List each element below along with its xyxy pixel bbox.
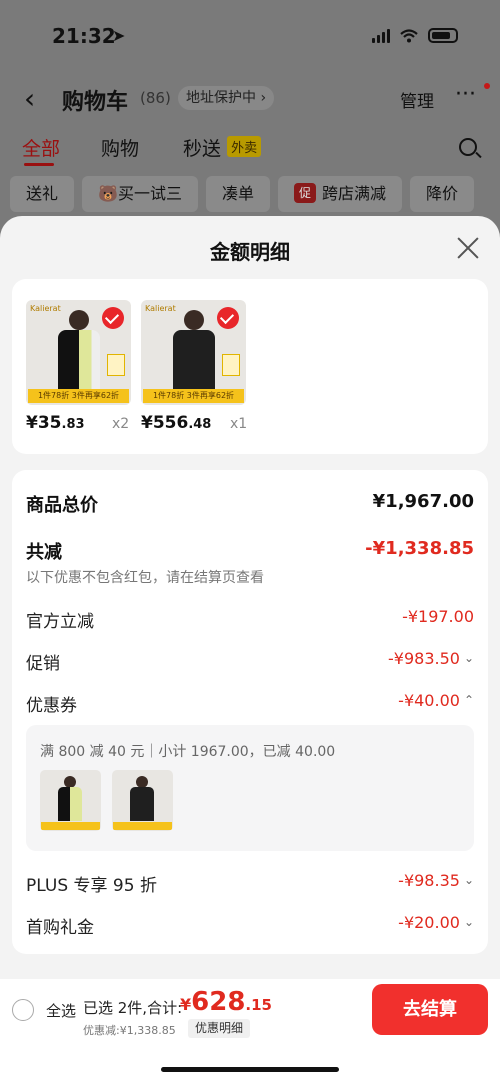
checkout-bar: 全选 已选 2件,合计: ¥628.15 优惠减:¥1,338.85 优惠明细 … bbox=[0, 979, 500, 1083]
cart-tabs: 全部 购物 秒送 外卖 bbox=[0, 134, 500, 166]
plus-discount-value: -¥98.35 ⌄ bbox=[398, 871, 474, 890]
status-bar: 21:32 ➤ bbox=[0, 22, 500, 52]
product-qty-1: x2 bbox=[112, 416, 130, 432]
brand-logo: Kalierat bbox=[145, 304, 176, 313]
total-reduce-value: -¥1,338.85 bbox=[365, 538, 474, 559]
goods-total-value: ¥1,967.00 bbox=[372, 491, 474, 512]
reduce-note: 以下优惠不包含红包，请在结算页查看 bbox=[26, 570, 264, 586]
brand-logo: Kalierat bbox=[30, 304, 61, 313]
chevron-down-icon: ⌄ bbox=[463, 651, 474, 665]
chip-cross-store-label: 跨店满减 bbox=[321, 184, 386, 203]
selected-summary: 已选 2件,合计: bbox=[83, 999, 183, 1017]
plus-discount-label: PLUS 专享 95 折 bbox=[26, 876, 157, 896]
chip-price-drop[interactable]: 降价 bbox=[409, 176, 474, 212]
coupon-product-thumb-2 bbox=[112, 770, 173, 831]
coupon-info: 满 800 减 40 元｜小计 1967.00，已减 40.00 bbox=[40, 744, 336, 760]
checkout-button[interactable]: 去结算 bbox=[372, 984, 488, 1035]
cart-count: (86) bbox=[140, 89, 171, 107]
amount-detail-sheet: 金额明细 Kalierat 1件78折 3件再享62折 ¥35.83 x2 Ka… bbox=[0, 216, 500, 1083]
notification-dot bbox=[484, 83, 490, 89]
discount-detail-button[interactable]: 优惠明细 bbox=[188, 1019, 251, 1038]
tab-underline bbox=[24, 163, 54, 166]
tab-flash-label: 秒送 bbox=[183, 138, 222, 160]
checked-icon[interactable] bbox=[217, 307, 239, 329]
chevron-up-icon: ⌃ bbox=[463, 693, 474, 707]
chip-try-label: 买一试三 bbox=[117, 184, 182, 203]
filter-chips: 送礼 🐻买一试三 凑单 促跨店满减 降价 bbox=[10, 176, 500, 212]
product-tag-icon bbox=[107, 354, 125, 376]
total-reduce-label: 共减 bbox=[26, 542, 62, 563]
tab-shopping[interactable]: 购物 bbox=[101, 134, 139, 161]
coupon-detail-box: 满 800 减 40 元｜小计 1967.00，已减 40.00 bbox=[26, 725, 474, 851]
product-banner: 1件78折 3件再享62折 bbox=[143, 389, 244, 403]
more-icon[interactable]: ··· bbox=[455, 82, 476, 107]
cart-page-background: 21:32 ➤ ‹ 购物车 (86) 地址保护中 › 管理 ··· 全部 购物 … bbox=[0, 0, 500, 240]
price-detail-card: 商品总价 ¥1,967.00 共减 -¥1,338.85 以下优惠不包含红包，请… bbox=[12, 470, 488, 954]
page-title: 购物车 bbox=[62, 90, 129, 115]
search-icon[interactable] bbox=[459, 138, 477, 156]
product-card: Kalierat 1件78折 3件再享62折 ¥35.83 x2 Kaliera… bbox=[12, 279, 488, 454]
coupon-label: 优惠券 bbox=[26, 696, 77, 716]
wifi-icon bbox=[400, 28, 418, 42]
product-price-1: ¥35.83 bbox=[26, 413, 85, 433]
manage-button[interactable]: 管理 bbox=[400, 87, 434, 112]
promo-icon: 促 bbox=[293, 183, 316, 203]
product-price-2: ¥556.48 bbox=[141, 413, 212, 433]
chevron-down-icon: ⌄ bbox=[463, 915, 474, 929]
coupon-value: -¥40.00 ⌃ bbox=[398, 691, 474, 710]
model-figure bbox=[58, 310, 100, 390]
status-time: 21:32 bbox=[52, 24, 116, 48]
bear-icon: 🐻 bbox=[98, 184, 118, 203]
select-all-label[interactable]: 全选 bbox=[46, 1000, 76, 1021]
saved-amount: 优惠减:¥1,338.85 bbox=[83, 1024, 176, 1037]
promotion-label: 促销 bbox=[26, 654, 60, 674]
select-all-radio[interactable] bbox=[12, 999, 34, 1021]
cart-nav-bar: ‹ 购物车 (86) 地址保护中 › 管理 ··· bbox=[0, 80, 500, 116]
goods-total-label: 商品总价 bbox=[26, 495, 98, 516]
first-purchase-label: 首购礼金 bbox=[26, 918, 94, 938]
address-protect-badge[interactable]: 地址保护中 › bbox=[178, 86, 275, 110]
checked-icon[interactable] bbox=[102, 307, 124, 329]
tab-all[interactable]: 全部 bbox=[22, 134, 60, 161]
status-icons bbox=[372, 28, 458, 43]
promotion-value: -¥983.50 ⌄ bbox=[388, 649, 474, 668]
official-discount-label: 官方立减 bbox=[26, 612, 94, 632]
official-discount-value: -¥197.00 bbox=[402, 607, 474, 626]
tab-flash-delivery[interactable]: 秒送 外卖 bbox=[183, 134, 262, 161]
battery-icon bbox=[428, 28, 458, 43]
close-icon[interactable] bbox=[456, 236, 480, 260]
coupon-product-thumb-1 bbox=[40, 770, 101, 831]
signal-icon bbox=[372, 28, 390, 43]
product-qty-2: x1 bbox=[230, 416, 248, 432]
chip-try[interactable]: 🐻买一试三 bbox=[82, 176, 198, 212]
takeout-tag: 外卖 bbox=[227, 136, 262, 157]
total-price: ¥628.15 bbox=[180, 987, 272, 1017]
product-image-1[interactable]: Kalierat 1件78折 3件再享62折 bbox=[26, 300, 131, 405]
product-image-2[interactable]: Kalierat 1件78折 3件再享62折 bbox=[141, 300, 246, 405]
chevron-down-icon: ⌄ bbox=[463, 873, 474, 887]
location-icon: ➤ bbox=[112, 26, 126, 45]
chip-gift[interactable]: 送礼 bbox=[10, 176, 75, 212]
product-tag-icon bbox=[222, 354, 240, 376]
chip-combine[interactable]: 凑单 bbox=[205, 176, 270, 212]
sheet-title: 金额明细 bbox=[210, 240, 290, 264]
home-indicator bbox=[161, 1067, 339, 1072]
back-icon[interactable]: ‹ bbox=[24, 82, 35, 115]
product-banner: 1件78折 3件再享62折 bbox=[28, 389, 129, 403]
model-figure bbox=[173, 310, 215, 390]
chip-cross-store[interactable]: 促跨店满减 bbox=[277, 176, 402, 212]
first-purchase-value: -¥20.00 ⌄ bbox=[398, 913, 474, 932]
